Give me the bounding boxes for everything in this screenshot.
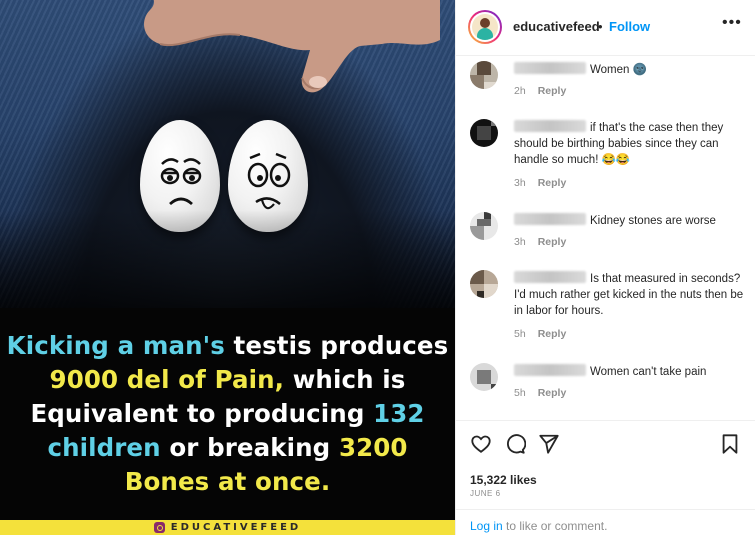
post-caption-text: Kicking a man's testis produces 9000 del … <box>0 308 455 520</box>
commenter-name-blurred[interactable] <box>514 213 586 225</box>
commenter-avatar[interactable] <box>470 270 498 298</box>
comment-text: Women can't take pain <box>590 366 707 378</box>
caption-segment: 3200 <box>338 433 408 462</box>
post-image[interactable]: Kicking a man's testis produces 9000 del … <box>0 0 455 535</box>
post-side-panel: educativefeed • Follow ••• Women 🌚 2h Rep… <box>455 0 755 535</box>
login-prompt-text: to like or comment. <box>502 519 608 533</box>
commenter-name-blurred[interactable] <box>514 364 586 376</box>
brand-text: EDUCATIVEFEED <box>170 522 302 533</box>
caption-segment: Bones at once. <box>124 467 331 496</box>
comment-text: Women 🌚 <box>590 64 647 76</box>
commenter-avatar[interactable] <box>470 212 498 240</box>
like-heart-icon[interactable] <box>470 433 492 455</box>
profile-username[interactable]: educativefeed <box>513 19 600 34</box>
caption-segment: 9000 del of Pain, <box>49 365 293 394</box>
post-photo <box>0 0 455 308</box>
more-options-button[interactable]: ••• <box>722 14 742 32</box>
comment-time: 5h <box>514 387 526 399</box>
save-bookmark-icon[interactable] <box>720 433 740 455</box>
caption-segment: Equivalent to producing <box>30 399 374 428</box>
post-actions: 15,322 likes JUNE 6 Log in to like or co… <box>456 420 755 536</box>
post-date: JUNE 6 <box>470 489 501 498</box>
login-prompt: Log in to like or comment. <box>456 509 755 537</box>
commenter-name-blurred[interactable] <box>514 271 586 283</box>
instagram-post-view: Kicking a man's testis produces 9000 del … <box>0 0 755 535</box>
caption-segment: testis produces <box>233 331 449 360</box>
caption-segment: children <box>47 433 170 462</box>
likes-count[interactable]: 15,322 likes <box>470 473 537 487</box>
share-send-icon[interactable] <box>538 433 560 455</box>
follow-button[interactable]: Follow <box>609 19 650 34</box>
comment-time: 2h <box>514 85 526 97</box>
caption-segment: 132 <box>373 399 425 428</box>
separator-dot: • <box>598 19 603 34</box>
commenter-avatar[interactable] <box>470 119 498 147</box>
reply-button[interactable]: Reply <box>538 387 567 399</box>
comment-time: 3h <box>514 177 526 189</box>
caption-segment: Kicking a man's <box>6 331 234 360</box>
post-header: educativefeed • Follow ••• <box>456 0 755 56</box>
commenter-avatar[interactable] <box>470 363 498 391</box>
profile-avatar[interactable] <box>468 10 502 44</box>
comment-time: 5h <box>514 328 526 340</box>
commenter-name-blurred[interactable] <box>514 62 586 74</box>
caption-segment: which is <box>292 365 406 394</box>
reply-button[interactable]: Reply <box>538 236 567 248</box>
comment-time: 3h <box>514 236 526 248</box>
reply-button[interactable]: Reply <box>538 85 567 97</box>
hand-graphic <box>144 0 440 93</box>
reply-button[interactable]: Reply <box>538 328 567 340</box>
instagram-icon <box>153 522 165 533</box>
comment-text: Kidney stones are worse <box>590 215 716 227</box>
comment-bubble-icon[interactable] <box>504 433 526 455</box>
reply-button[interactable]: Reply <box>538 177 567 189</box>
commenter-avatar[interactable] <box>470 61 498 89</box>
caption-segment: or breaking <box>169 433 339 462</box>
commenter-name-blurred[interactable] <box>514 120 586 132</box>
comments-list: Women 🌚 2h Reply if that's the case then … <box>456 56 755 418</box>
brand-watermark: EDUCATIVEFEED <box>0 520 455 535</box>
login-link[interactable]: Log in <box>470 519 503 533</box>
